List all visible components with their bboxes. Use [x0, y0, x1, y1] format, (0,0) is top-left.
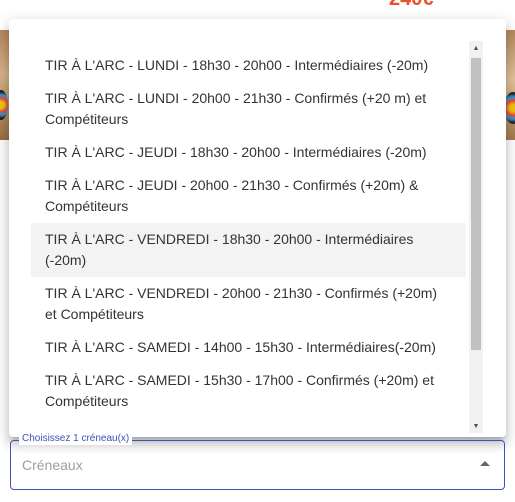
scrollbar[interactable]: ▲ ▼	[469, 41, 483, 433]
list-item[interactable]: TIR À L'ARC - LUNDI - 18h30 - 20h00 - In…	[31, 49, 466, 82]
select-placeholder[interactable]: Créneaux	[22, 457, 83, 473]
scroll-down-icon[interactable]: ▼	[469, 419, 483, 433]
field-label: Choisissez 1 créneau(x)	[19, 433, 133, 445]
target-icon	[0, 90, 8, 120]
list-item[interactable]: TIR À L'ARC - LUNDI - 20h00 - 21h30 - Co…	[31, 82, 466, 136]
price-label: 240€	[389, 0, 434, 11]
list-item[interactable]: TIR À L'ARC - JEUDI - 20h00 - 21h30 - Co…	[31, 169, 466, 223]
dropdown-popup: TIR À L'ARC - LUNDI - 18h30 - 20h00 - In…	[9, 19, 506, 437]
list-item[interactable]: TIR À L'ARC - VENDREDI - 18h30 - 20h00 -…	[31, 223, 466, 277]
page: 240€ TIR À L'ARC - LUNDI - 18h30 - 20h00…	[0, 0, 515, 502]
scroll-up-icon[interactable]: ▲	[469, 41, 483, 55]
option-list: TIR À L'ARC - LUNDI - 18h30 - 20h00 - In…	[31, 49, 466, 419]
scrollbar-thumb[interactable]	[471, 58, 481, 350]
list-item[interactable]: TIR À L'ARC - SAMEDI - 14h00 - 15h30 - I…	[31, 331, 466, 364]
list-item[interactable]: TIR À L'ARC - SAMEDI - 15h30 - 17h00 - C…	[31, 364, 466, 418]
creneaux-select[interactable]: Choisissez 1 créneau(x) Créneaux	[10, 433, 505, 490]
list-item[interactable]: TIR À L'ARC - VENDREDI - 20h00 - 21h30 -…	[31, 277, 466, 331]
arrow-up-icon[interactable]	[480, 461, 490, 466]
list-item[interactable]: TIR À L'ARC - JEUDI - 18h30 - 20h00 - In…	[31, 136, 466, 169]
